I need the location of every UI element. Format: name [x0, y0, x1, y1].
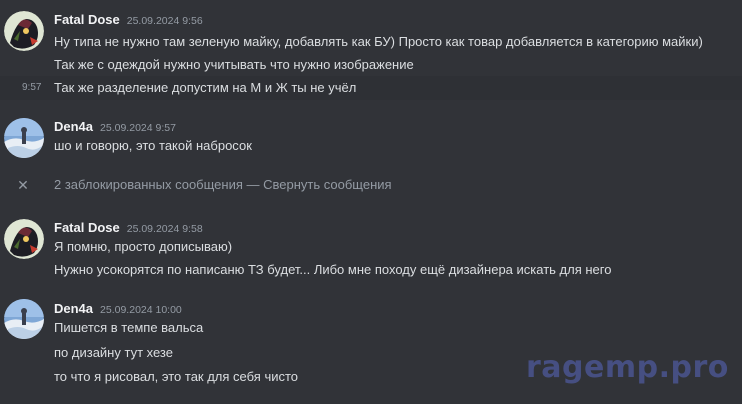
message-timestamp[interactable]: 25.09.2024 9:57 — [100, 122, 176, 134]
message-header: Fatal Dose 25.09.2024 9:58 — [54, 220, 203, 238]
author-name[interactable]: Den4a — [54, 301, 93, 316]
message-text: шо и говорю, это такой набросок — [54, 138, 252, 153]
blocked-count-label: 2 заблокированных сообщения — [54, 177, 243, 192]
message-text: Нужно усокорятся по написаню ТЗ будет...… — [54, 262, 612, 277]
author-name[interactable]: Fatal Dose — [54, 12, 120, 27]
message-row-hovered: 9:57 Так же разделение допустим на М и Ж… — [0, 76, 742, 100]
message-text: Пишется в темпе вальса — [54, 320, 204, 335]
message-text: по дизайну тут хезе — [54, 345, 173, 360]
message-timestamp[interactable]: 25.09.2024 9:58 — [127, 223, 203, 235]
avatar-den4a-icon[interactable] — [4, 118, 44, 158]
author-name[interactable]: Fatal Dose — [54, 220, 120, 235]
watermark-logo: ragemp.pro — [526, 350, 729, 385]
message-text: Так же разделение допустим на М и Ж ты н… — [54, 80, 357, 95]
blocked-messages-text: 2 заблокированных сообщения — Свернуть с… — [54, 177, 392, 192]
avatar-fatal-dose-icon[interactable] — [4, 219, 44, 259]
message-text: то что я рисовал, это так для себя чисто — [54, 369, 299, 384]
message-header: Den4a 25.09.2024 9:57 — [54, 119, 176, 137]
author-name[interactable]: Den4a — [54, 119, 93, 134]
message-timestamp[interactable]: 25.09.2024 10:00 — [100, 304, 182, 316]
message-text: Так же с одеждой нужно учитывать что нуж… — [54, 57, 414, 72]
collapse-messages-link[interactable]: Свернуть сообщения — [263, 177, 391, 192]
avatar-den4a-icon[interactable] — [4, 299, 44, 339]
close-icon[interactable]: ✕ — [16, 178, 30, 192]
message-text: Я помню, просто дописываю) — [54, 239, 233, 254]
message-header: Fatal Dose 25.09.2024 9:56 — [54, 12, 203, 30]
chat-log: Fatal Dose 25.09.2024 9:56 Ну типа не ну… — [0, 0, 742, 404]
message-text: Ну типа не нужно там зеленую майку, доба… — [54, 34, 703, 49]
avatar-fatal-dose-icon[interactable] — [4, 11, 44, 51]
blocked-separator: — — [242, 177, 264, 192]
hover-timestamp[interactable]: 9:57 — [22, 79, 41, 97]
message-header: Den4a 25.09.2024 10:00 — [54, 301, 182, 319]
message-timestamp[interactable]: 25.09.2024 9:56 — [127, 15, 203, 27]
blocked-messages-notice: ✕ 2 заблокированных сообщения — Свернуть… — [0, 176, 742, 198]
